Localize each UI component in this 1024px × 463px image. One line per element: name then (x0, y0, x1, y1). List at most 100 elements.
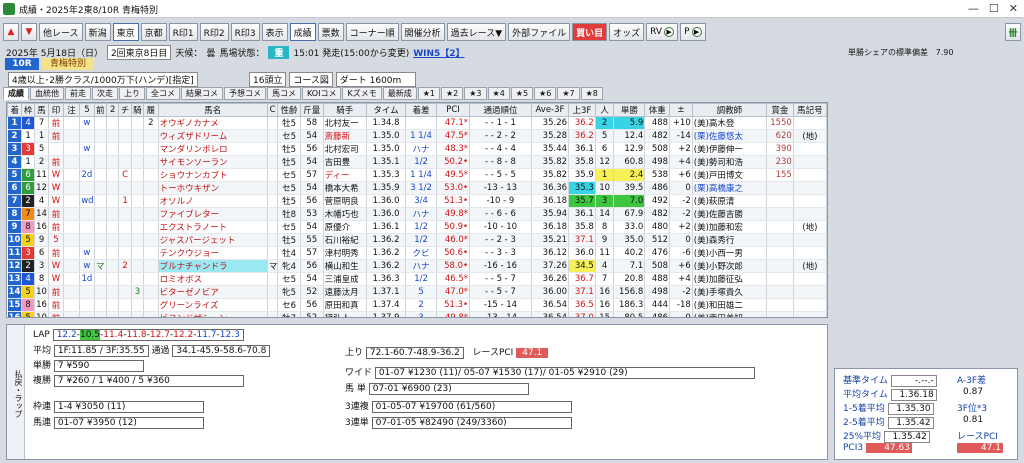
tab-1[interactable]: 血統他 (30, 87, 64, 100)
tab-18[interactable]: ★7 (557, 87, 580, 100)
column-header[interactable]: 調教師 (691, 103, 768, 117)
close-button[interactable]: ✕ (1009, 2, 1018, 15)
r-mark2-button[interactable]: R印2 (199, 23, 229, 41)
external-file-button[interactable]: 外部ファイル (508, 23, 571, 41)
table-row[interactable]: 8 7 14 前ファイブレター 牡8 53 木幡巧也 1.36.0 ハナ 49.8* - - 6 -… (7, 207, 827, 221)
column-header[interactable]: 注 (62, 103, 81, 117)
column-header[interactable]: 通過順位 (469, 103, 532, 117)
tab-5[interactable]: 全コメ (146, 87, 180, 100)
column-header[interactable]: 履 (143, 103, 159, 117)
tab-9[interactable]: KOIコメ (302, 87, 342, 100)
table-row[interactable]: 12 2 3 Ww マ 2 ブルナチャンドラマ牝4 56 横山和生 1.36.2 ハナ 58.0• -1… (7, 259, 827, 273)
table-row[interactable]: 4 1 2 前サイモンソーラン 牡5 54 吉田豊 1.35.1 1/2 50.2• - - 8 -… (7, 155, 827, 169)
column-header[interactable]: 人 (594, 103, 615, 117)
other-race-button[interactable]: 他レース (39, 23, 83, 41)
tab-12[interactable]: ★1 (417, 87, 440, 100)
table-row[interactable]: 3 3 5 w マンダリンボレロ 牡5 56 北村宏司 1.35.0 ハナ 48.3* - - 4 -… (7, 142, 827, 156)
tab-19[interactable]: ★8 (580, 87, 603, 100)
odds-button[interactable]: オッズ (609, 23, 645, 41)
column-header[interactable]: タイム (365, 103, 407, 117)
tab-7[interactable]: 予想コメ (224, 87, 266, 100)
corner-order-button[interactable]: コーナー順 (345, 23, 399, 41)
tab-6[interactable]: 結果コメ (181, 87, 223, 100)
column-header[interactable]: C (266, 103, 279, 117)
p-button[interactable]: P ▶ (680, 23, 706, 41)
table-row[interactable]: 2 1 1 前 ウィズザドリーム セ5 54 斎藤新 1.35.0 1 1/4 47.5* - - 2… (7, 129, 827, 143)
column-header[interactable]: 着 (7, 103, 23, 117)
column-header[interactable]: 単勝 (613, 103, 646, 117)
tab-2[interactable]: 前走 (65, 87, 91, 100)
tab-3[interactable]: 次走 (92, 87, 118, 100)
column-header[interactable]: ± (669, 103, 693, 117)
race-meta: 16頭立 コース図 ダート 1600m (249, 72, 417, 87)
column-header[interactable]: 5 (79, 103, 95, 117)
column-header[interactable]: 上3F (568, 103, 596, 117)
tab-8[interactable]: 馬コメ (267, 87, 301, 100)
tab-11[interactable]: 最新成 (382, 87, 417, 100)
column-header[interactable]: 2 (105, 103, 120, 117)
table-cell: 47.5* (436, 129, 471, 143)
display-button[interactable]: 表示 (261, 23, 288, 41)
table-row[interactable]: 5 6 11 W 2d C ショウナンカブト セ5 57 ディー 1.35.3 1 1/4 49.5* -… (7, 168, 827, 182)
table-row[interactable]: 10 5 9 5 ジャスパージェット 牡5 55 石川裕紀 1.36.2 1/2 46.0* - - … (7, 233, 827, 247)
column-header[interactable]: 賞金 (766, 103, 794, 117)
table-cell (793, 298, 827, 312)
table-row[interactable]: 11 3 6 前 w テンクウジョー 牡4 57 津村明秀 1.36.2 クビ 50.6• - - 3 … (7, 246, 827, 260)
rv-button[interactable]: RV ▶ (646, 23, 679, 41)
tab-14[interactable]: ★3 (464, 87, 487, 100)
column-header[interactable]: 性齢 (277, 103, 301, 117)
venue-niigata-button[interactable]: 新潟 (84, 23, 111, 41)
results-button[interactable]: 成績 (289, 23, 316, 41)
table-row[interactable]: 16510前 ビヨンドザシーン 牡752黛弘人1.37.9349.8*-13 - 1… (7, 311, 827, 317)
tab-15[interactable]: ★4 (487, 87, 510, 100)
table-row[interactable]: 13 4 8 W 1d ロミオボス セ5 54 三浦皇成 1.36.3 1/2 46.5* - - 5 … (7, 272, 827, 286)
column-header[interactable]: 馬名 (157, 103, 268, 117)
column-header[interactable]: 枠 (21, 103, 35, 117)
table-row[interactable]: 14 5 10 前 3 ビターゼノビア 牝5 52 遠藤汰月 1.37.1 5 47.0* - - 5 … (7, 285, 827, 299)
maximize-button[interactable]: ☐ (989, 2, 999, 15)
votes-button[interactable]: 票数 (317, 23, 344, 41)
prev-race-arrow-icon[interactable]: ▲ (3, 23, 19, 41)
table-cell: 1.35.0 (366, 129, 407, 143)
column-header[interactable]: 斤量 (299, 103, 324, 117)
column-header[interactable]: 馬記号 (792, 103, 827, 117)
table-cell: セ6 (277, 298, 301, 312)
tab-16[interactable]: ★5 (510, 87, 534, 100)
tab-17[interactable]: ★6 (534, 87, 557, 100)
column-header[interactable]: 着差 (405, 103, 438, 117)
past-races-dropdown[interactable]: 過去レース▼ (446, 23, 507, 41)
win5-link[interactable]: WIN5【2】 (413, 46, 464, 59)
next-race-arrow-icon[interactable]: ▼ (21, 23, 37, 41)
column-header[interactable]: 馬 (33, 103, 50, 117)
column-header[interactable]: 騎 (130, 103, 145, 117)
tab-4[interactable]: 上り (119, 87, 145, 100)
table-row[interactable]: 9 8 16 前エクストラノート セ5 54 原優介 1.36.1 1/2 50.9• -10 - … (7, 220, 827, 234)
table-row[interactable]: 15 8 16 前グリーンライズ セ6 56 原田和真 1.37.4 2 51.3• -15 - 1… (7, 298, 827, 312)
table-cell: 1 1/4 (405, 129, 438, 143)
tab-13[interactable]: ★2 (440, 87, 464, 100)
column-header[interactable]: 前 (93, 103, 108, 117)
meeting-analysis-button[interactable]: 開催分析 (400, 23, 445, 41)
column-header[interactable]: 体重 (644, 103, 671, 117)
venue-tokyo-button[interactable]: 東京 (112, 23, 139, 41)
tab-0[interactable]: 成績 (3, 87, 29, 100)
column-header[interactable]: チ (118, 103, 132, 117)
r-mark1-button[interactable]: R印1 (168, 23, 198, 41)
minimize-button[interactable]: — (968, 2, 979, 15)
grid-tool-icon[interactable]: 卌 (1005, 23, 1021, 41)
venue-kyoto-button[interactable]: 京都 (140, 23, 167, 41)
table-cell: 7.1 (613, 259, 646, 273)
table-row[interactable]: 6 6 12 W トーホウキザン セ5 54 橋本大希 1.35.9 3 1/2 53.0• -13 … (7, 181, 827, 195)
column-header[interactable]: PCI (436, 103, 471, 117)
table-row[interactable]: 7 2 4 Wwd 1 オソルノ 牡5 56 菅原明良 1.36.0 3/4 51.3• -10 - 9… (7, 194, 827, 208)
r-mark3-button[interactable]: R印3 (230, 23, 260, 41)
column-header[interactable]: 印 (48, 103, 64, 117)
column-header[interactable]: Ave-3F (530, 103, 570, 117)
passing-order: - - 2 - 3 (469, 233, 532, 247)
course-map-button[interactable]: コース図 (289, 72, 333, 87)
table-cell: 1 (595, 168, 615, 182)
table-row[interactable]: 1 4 7 前 w 2 オウギノカナメ 牡5 58 北村友一 1.34.8 47.1* - - 1 - … (7, 116, 827, 130)
column-header[interactable]: 騎手 (322, 103, 367, 117)
tab-10[interactable]: Kズメモ (342, 87, 382, 100)
buy-button[interactable]: 買い目 (572, 23, 608, 41)
